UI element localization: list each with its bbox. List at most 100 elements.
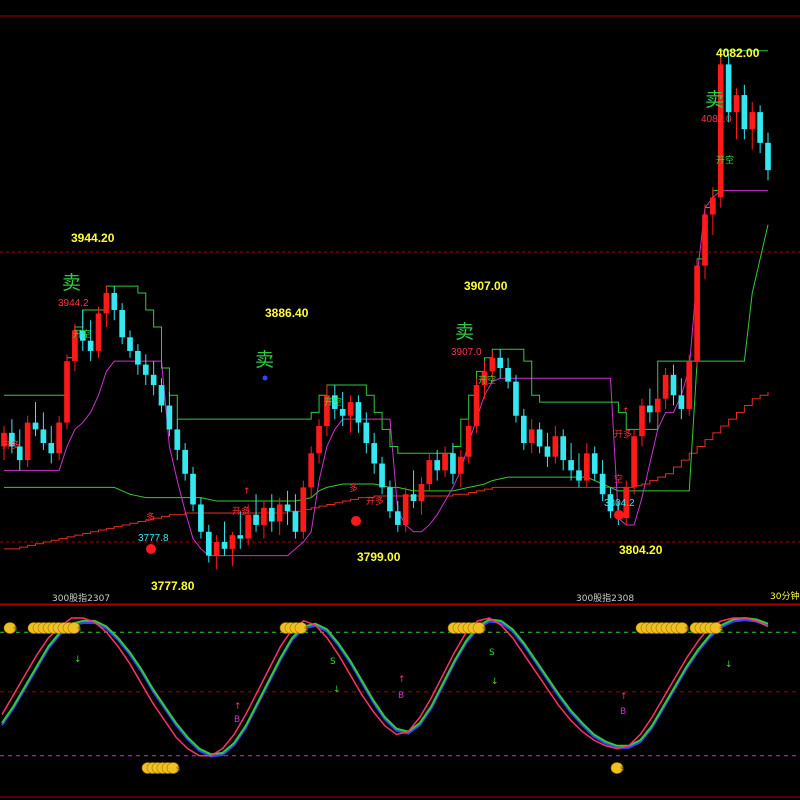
arrow-up-price-1: ↑ (622, 407, 630, 417)
candle-down (221, 542, 228, 549)
sell-marker-1: 卖 (62, 272, 81, 294)
candle-down (520, 415, 527, 444)
candle-down (394, 511, 401, 525)
candle-down (560, 436, 567, 461)
candle-up (749, 112, 756, 130)
mark-value-3907: 3907.0 (451, 347, 482, 358)
candle-up (402, 494, 409, 525)
candle-up (300, 487, 307, 532)
candle-up (654, 398, 661, 413)
signal-open-short-3: 开空 (478, 374, 496, 386)
sell-marker-2: 卖 (255, 349, 274, 371)
candle-down (135, 350, 141, 365)
osc-down-arrow-2: ↓ (333, 685, 341, 695)
coin-group-8-glyph: $ (620, 765, 624, 773)
low-dot-2 (351, 516, 361, 526)
candle-up (103, 292, 110, 314)
mark-value-3777: 3777.8 (138, 533, 169, 544)
candle-down (576, 470, 582, 481)
candle-up (662, 374, 669, 399)
candle-down (166, 405, 173, 430)
timeframe-label: 30分钟 (770, 590, 799, 602)
candle-down (292, 511, 299, 532)
candle-down (284, 504, 291, 512)
blue-dot-marker (262, 375, 268, 381)
price-label-high-3944: 3944.20 (71, 231, 115, 245)
candle-up (702, 214, 708, 266)
osc-up-arrow-3: ↑ (620, 692, 628, 702)
candle-up (528, 429, 535, 444)
candle-up (639, 405, 645, 437)
futures-chart[interactable]: 4082.00 3944.20 3886.40 3907.00 3777.80 … (0, 0, 800, 800)
candle-down (198, 504, 204, 532)
candle-up (426, 460, 433, 484)
candle-down (410, 494, 417, 502)
signal-open-long-3: 开多 (366, 495, 384, 507)
candle-down (150, 374, 157, 386)
coin-group-5-glyph: $ (685, 625, 689, 633)
candle-down (757, 112, 763, 143)
candle-down (591, 453, 598, 474)
osc-buy-b-3: B (620, 707, 626, 717)
candle-up (457, 456, 464, 474)
candle-down (174, 429, 181, 450)
signal-box-1: 多 (146, 511, 155, 523)
coin-group-4-glyph: $ (482, 625, 486, 633)
candle-down (379, 463, 385, 488)
candle-up (733, 95, 740, 113)
candle-down (725, 64, 732, 113)
candle-down (355, 402, 362, 423)
candle-down (647, 405, 653, 413)
low-dot-1 (146, 544, 156, 554)
candle-up (56, 422, 62, 454)
coin-group-6-glyph: $ (719, 625, 723, 633)
candle-down (544, 446, 551, 457)
price-label-high-3907: 3907.00 (464, 279, 508, 293)
candle-down (568, 460, 574, 471)
candle-up (717, 64, 724, 198)
signal-open-short-4: 开空 (716, 154, 734, 166)
candle-down (48, 443, 55, 454)
candle-up (308, 453, 315, 488)
candle-up (95, 313, 102, 351)
candle-down (182, 449, 188, 474)
candle-down (205, 531, 212, 556)
osc-up-arrow-2: ↑ (398, 675, 406, 685)
candle-down (450, 453, 456, 474)
candle-up (347, 402, 354, 416)
candle-up (489, 357, 496, 372)
osc-buy-b-1: B (234, 715, 240, 725)
signal-open-short-1: 开空 (73, 328, 91, 340)
candle-up (686, 361, 693, 409)
candle-down (253, 514, 259, 525)
candle-down (127, 337, 133, 351)
price-label-low-3777: 3777.80 (151, 579, 195, 593)
mark-value-4082: 4082.0 (701, 114, 732, 125)
candle-down (765, 142, 771, 171)
candle-down (371, 443, 378, 464)
price-label-high-4082: 4082.00 (716, 46, 760, 60)
candle-up (694, 265, 700, 362)
candle-up (418, 484, 425, 502)
candle-up (213, 542, 220, 556)
signal-open-long-4: 开多 (614, 428, 632, 440)
candle-down (741, 95, 748, 130)
candle-down (237, 535, 244, 539)
candle-down (513, 381, 519, 416)
candle-down (497, 357, 504, 368)
low-dot-3 (614, 510, 624, 520)
period-label-2307: 300股指2307 (52, 592, 110, 604)
candle-down (40, 429, 47, 444)
osc-up-arrow-1: ↑ (234, 702, 242, 712)
candle-down (142, 364, 149, 375)
candle-down (87, 340, 94, 351)
candle-up (465, 426, 472, 457)
candle-down (111, 292, 118, 310)
candle-down (190, 473, 196, 505)
signal-box-3: 空 (614, 473, 623, 485)
sell-marker-3: 卖 (455, 321, 474, 343)
signal-box-2: 多 (349, 482, 358, 494)
candle-up (584, 453, 590, 481)
candle-down (434, 460, 441, 471)
candle-down (670, 374, 677, 396)
